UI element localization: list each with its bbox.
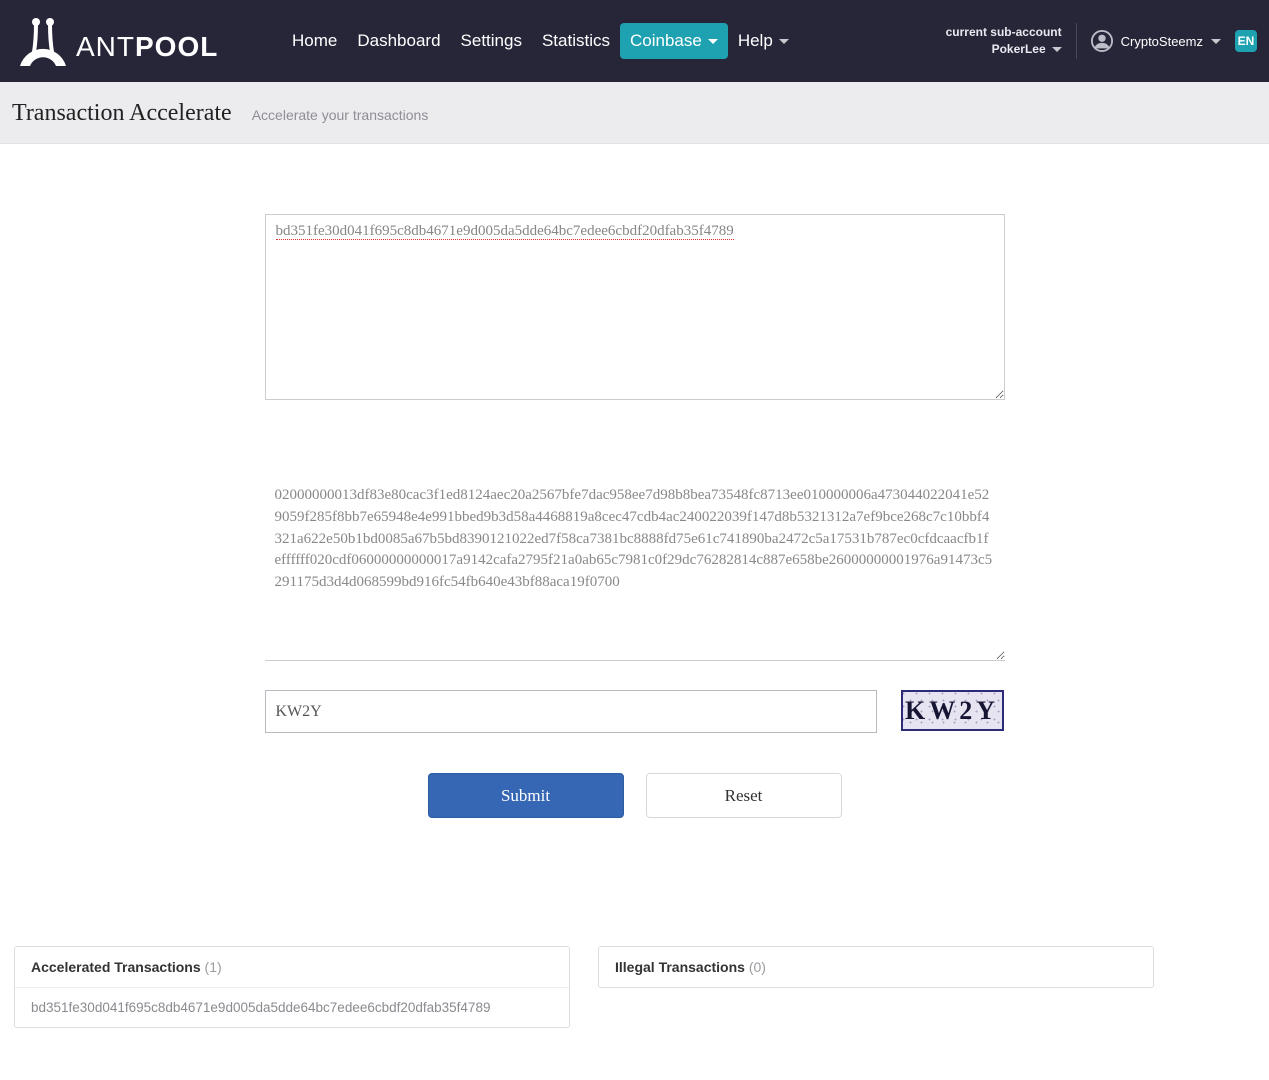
reset-label: Reset [725, 786, 763, 806]
user-menu[interactable]: CryptoSteemz [1091, 30, 1221, 52]
nav-coinbase-label: Coinbase [630, 31, 702, 51]
reset-button[interactable]: Reset [646, 773, 842, 818]
page-header: Transaction Accelerate Accelerate your t… [0, 82, 1269, 144]
submit-label: Submit [501, 786, 550, 806]
accelerated-count: (1) [205, 959, 222, 975]
form-buttons: Submit Reset [265, 773, 1005, 818]
nav-coinbase[interactable]: Coinbase [620, 23, 728, 59]
sub-account-value: PokerLee [992, 41, 1046, 58]
nav-dashboard[interactable]: Dashboard [347, 23, 450, 59]
chevron-down-icon [1052, 47, 1062, 52]
illegal-count: (0) [749, 959, 766, 975]
illegal-panel: Illegal Transactions (0) [598, 946, 1154, 988]
nav-help-label: Help [738, 31, 773, 51]
nav-right: current sub-account PokerLee CryptoSteem… [946, 23, 1257, 59]
result-panels: Accelerated Transactions (1) bd351fe30d0… [0, 858, 1269, 1048]
accelerated-title: Accelerated Transactions [31, 959, 201, 975]
antpool-logo-icon: ANTPOOL [14, 12, 264, 70]
main-content: bd351fe30d041f695c8db4671e9d005da5dde64b… [0, 144, 1269, 858]
captcha-row: KW2Y [265, 690, 1005, 733]
language-switcher[interactable]: EN [1235, 30, 1257, 52]
nav-settings[interactable]: Settings [451, 23, 532, 59]
avatar-icon [1091, 30, 1113, 52]
brand-text-thin: ANT [76, 31, 135, 62]
main-nav: Home Dashboard Settings Statistics Coinb… [282, 23, 799, 59]
accelerated-item: bd351fe30d041f695c8db4671e9d005da5dde64b… [15, 988, 569, 1027]
nav-settings-label: Settings [461, 31, 522, 51]
language-label: EN [1238, 34, 1255, 48]
illegal-title: Illegal Transactions [615, 959, 745, 975]
sub-account-switcher[interactable]: current sub-account PokerLee [946, 24, 1062, 58]
captcha-input[interactable] [265, 690, 877, 733]
nav-statistics-label: Statistics [542, 31, 610, 51]
chevron-down-icon [1211, 39, 1221, 44]
rawtx-input[interactable] [265, 477, 1005, 661]
accelerated-panel: Accelerated Transactions (1) bd351fe30d0… [14, 946, 570, 1028]
illegal-panel-head: Illegal Transactions (0) [599, 947, 1153, 987]
submit-button[interactable]: Submit [428, 773, 624, 818]
brand-logo[interactable]: ANTPOOL [14, 12, 264, 70]
nav-divider [1076, 23, 1077, 59]
txid-input[interactable] [265, 214, 1005, 400]
nav-home[interactable]: Home [282, 23, 347, 59]
svg-text:ANTPOOL: ANTPOOL [76, 31, 218, 62]
accelerate-form: bd351fe30d041f695c8db4671e9d005da5dde64b… [265, 214, 1005, 818]
captcha-image-text: KW2Y [905, 696, 999, 726]
page-subtitle: Accelerate your transactions [252, 107, 429, 123]
chevron-down-icon [708, 39, 718, 44]
chevron-down-icon [779, 39, 789, 44]
top-navbar: ANTPOOL Home Dashboard Settings Statisti… [0, 0, 1269, 82]
brand-text-bold: POOL [135, 31, 218, 62]
page-title: Transaction Accelerate [12, 100, 232, 127]
nav-home-label: Home [292, 31, 337, 51]
username-label: CryptoSteemz [1121, 34, 1203, 49]
captcha-image[interactable]: KW2Y [901, 690, 1004, 731]
accelerated-panel-head: Accelerated Transactions (1) [15, 947, 569, 988]
nav-help[interactable]: Help [728, 23, 799, 59]
sub-account-label: current sub-account [946, 24, 1062, 41]
nav-statistics[interactable]: Statistics [532, 23, 620, 59]
nav-dashboard-label: Dashboard [357, 31, 440, 51]
